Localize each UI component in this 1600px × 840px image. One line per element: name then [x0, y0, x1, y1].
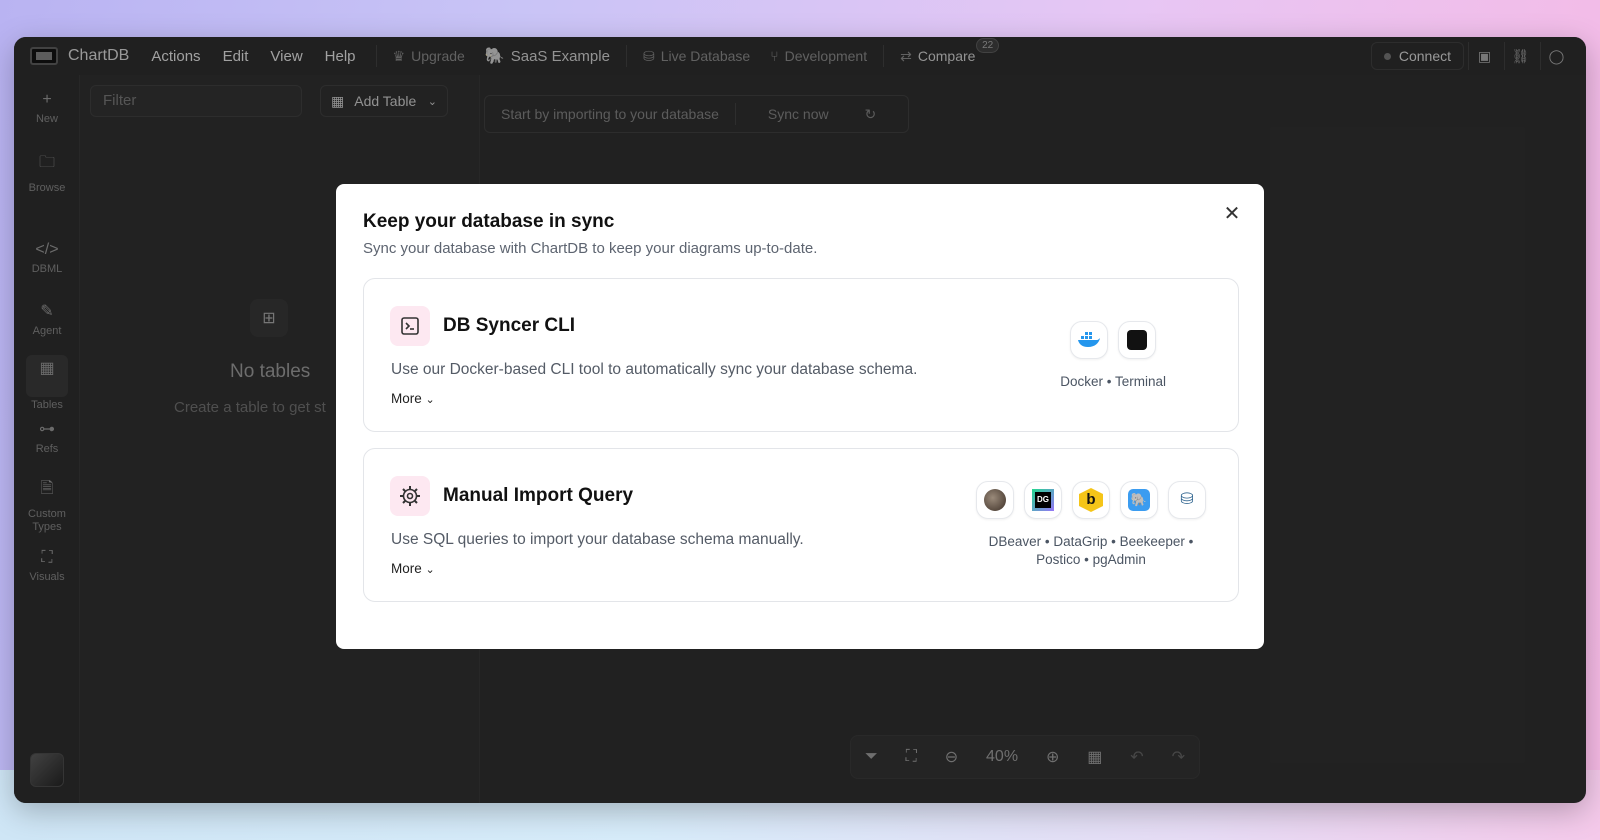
card-title: DB Syncer CLI: [443, 315, 575, 336]
more-toggle[interactable]: More ⌄: [391, 391, 435, 406]
dialog-title: Keep your database in sync: [363, 211, 615, 232]
postico-icon: 🐘: [1120, 481, 1158, 519]
gear-icon: [390, 476, 430, 516]
pgadmin-icon: ⛁: [1168, 481, 1206, 519]
more-label: More: [391, 561, 422, 576]
manual-import-card[interactable]: Manual Import Query Use SQL queries to i…: [363, 448, 1239, 602]
tools-label: Docker • Terminal: [1060, 374, 1166, 389]
tools-label: DBeaver • DataGrip • Beekeeper • Postico…: [976, 533, 1206, 569]
db-syncer-card[interactable]: DB Syncer CLI Use our Docker-based CLI t…: [363, 278, 1239, 432]
datagrip-icon: DG: [1024, 481, 1062, 519]
docker-icon: [1070, 321, 1109, 359]
sync-dialog: Keep your database in sync Sync your dat…: [336, 184, 1264, 649]
tool-list: DG b 🐘 ⛁ DBeaver • DataGrip • Beekeeper …: [976, 481, 1206, 569]
beekeeper-icon: b: [1072, 481, 1110, 519]
more-label: More: [391, 391, 422, 406]
tools-label-line1: DBeaver • DataGrip • Beekeeper •: [988, 534, 1194, 549]
card-title: Manual Import Query: [443, 485, 634, 506]
terminal-icon: [390, 306, 430, 346]
dialog-subtitle: Sync your database with ChartDB to keep …: [363, 240, 818, 257]
close-icon[interactable]: ✕: [1220, 202, 1244, 226]
chevron-down-icon: ⌄: [425, 564, 435, 576]
card-description: Use SQL queries to import your database …: [391, 531, 804, 548]
chevron-down-icon: ⌄: [425, 394, 435, 406]
card-description: Use our Docker-based CLI tool to automat…: [391, 361, 918, 378]
dbeaver-icon: [976, 481, 1014, 519]
more-toggle[interactable]: More ⌄: [391, 561, 435, 576]
terminal-app-icon: [1118, 321, 1157, 359]
tools-label-line2: Postico • pgAdmin: [1036, 552, 1146, 567]
tool-list: Docker • Terminal: [1060, 321, 1166, 391]
